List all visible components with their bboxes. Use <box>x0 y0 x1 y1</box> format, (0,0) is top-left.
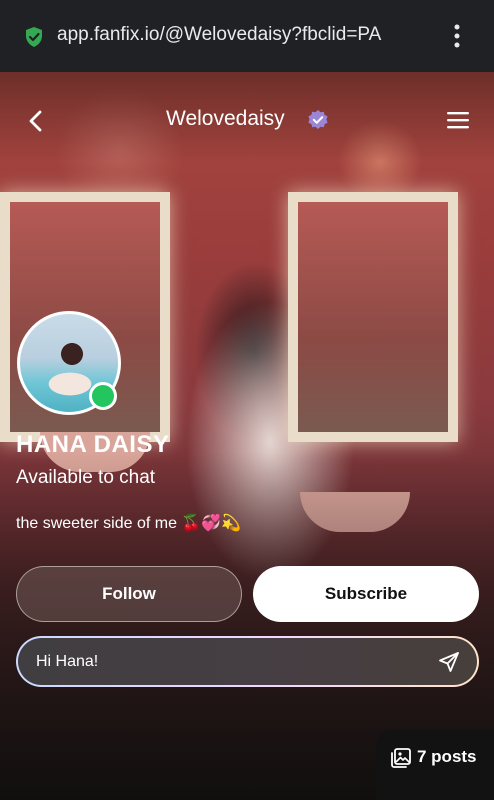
follow-button[interactable]: Follow <box>16 566 242 622</box>
verified-badge-icon <box>308 110 328 129</box>
posts-count-button[interactable]: 7 posts <box>376 730 494 800</box>
gallery-icon <box>391 748 411 768</box>
chat-input-container[interactable]: Hi Hana! <box>16 636 479 687</box>
profile-handle: Welovedaisy <box>166 107 285 130</box>
subscribe-button[interactable]: Subscribe <box>253 566 479 622</box>
profile-bio: the sweeter side of me 🍒💞💫 <box>16 515 242 532</box>
profile-name: HANA DAISY <box>16 431 170 458</box>
hamburger-menu-icon[interactable] <box>446 110 470 130</box>
posts-count-label: 7 posts <box>417 747 477 766</box>
send-icon[interactable] <box>438 651 460 673</box>
shield-lock-icon[interactable] <box>24 26 44 48</box>
background-mirror-right <box>288 192 458 442</box>
kebab-menu-icon[interactable] <box>450 24 464 48</box>
url-text[interactable]: app.fanfix.io/@Welovedaisy?fbclid=PA <box>57 24 433 46</box>
availability-status: Available to chat <box>16 467 156 488</box>
chevron-left-icon[interactable] <box>26 109 46 133</box>
chat-input[interactable]: Hi Hana! <box>36 653 98 671</box>
online-status-indicator <box>89 382 117 410</box>
browser-address-bar: app.fanfix.io/@Welovedaisy?fbclid=PA <box>0 0 494 72</box>
